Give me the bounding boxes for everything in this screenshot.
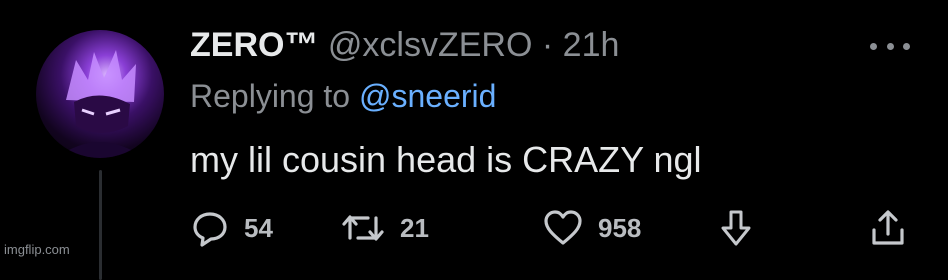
down-arrow-icon [721,210,751,246]
heart-icon [544,210,582,245]
user-handle[interactable]: @xclsvZERO [328,26,533,64]
tweet-text: my lil cousin head is CRAZY ngl [190,139,702,180]
more-dot [870,42,877,50]
more-dot [903,42,910,50]
reply-button[interactable]: 54 [190,206,273,250]
replying-prefix: Replying to [190,78,351,114]
like-count: 958 [598,212,642,243]
share-icon [872,210,904,245]
avatar[interactable] [36,30,164,158]
thread-line [99,170,102,280]
reply-bubble-icon [193,212,227,247]
header-separator: · [541,26,554,64]
retweet-count: 21 [400,212,429,243]
watermark-text: imgflip.com [4,242,70,257]
more-dot [886,42,894,50]
tweet: ZERO™ @xclsvZERO · 21h Replying to @snee… [0,0,948,280]
timestamp[interactable]: 21h [563,26,620,64]
retweet-button[interactable]: 21 [340,206,429,250]
display-name[interactable]: ZERO™ [190,26,318,64]
retweet-icon [342,215,384,241]
like-button[interactable]: 958 [542,206,641,250]
share-button[interactable] [868,206,908,250]
tweet-header: ZERO™ @xclsvZERO · 21h [190,24,619,66]
downvote-button[interactable] [718,206,754,250]
replying-to-line: Replying to @sneerid [190,76,496,116]
more-dots-icon[interactable] [870,36,910,56]
reply-count: 54 [244,212,273,243]
avatar-art-icon [56,50,144,158]
action-bar: 54 21 958 [190,206,910,250]
replying-mention-link[interactable]: @sneerid [359,78,496,114]
